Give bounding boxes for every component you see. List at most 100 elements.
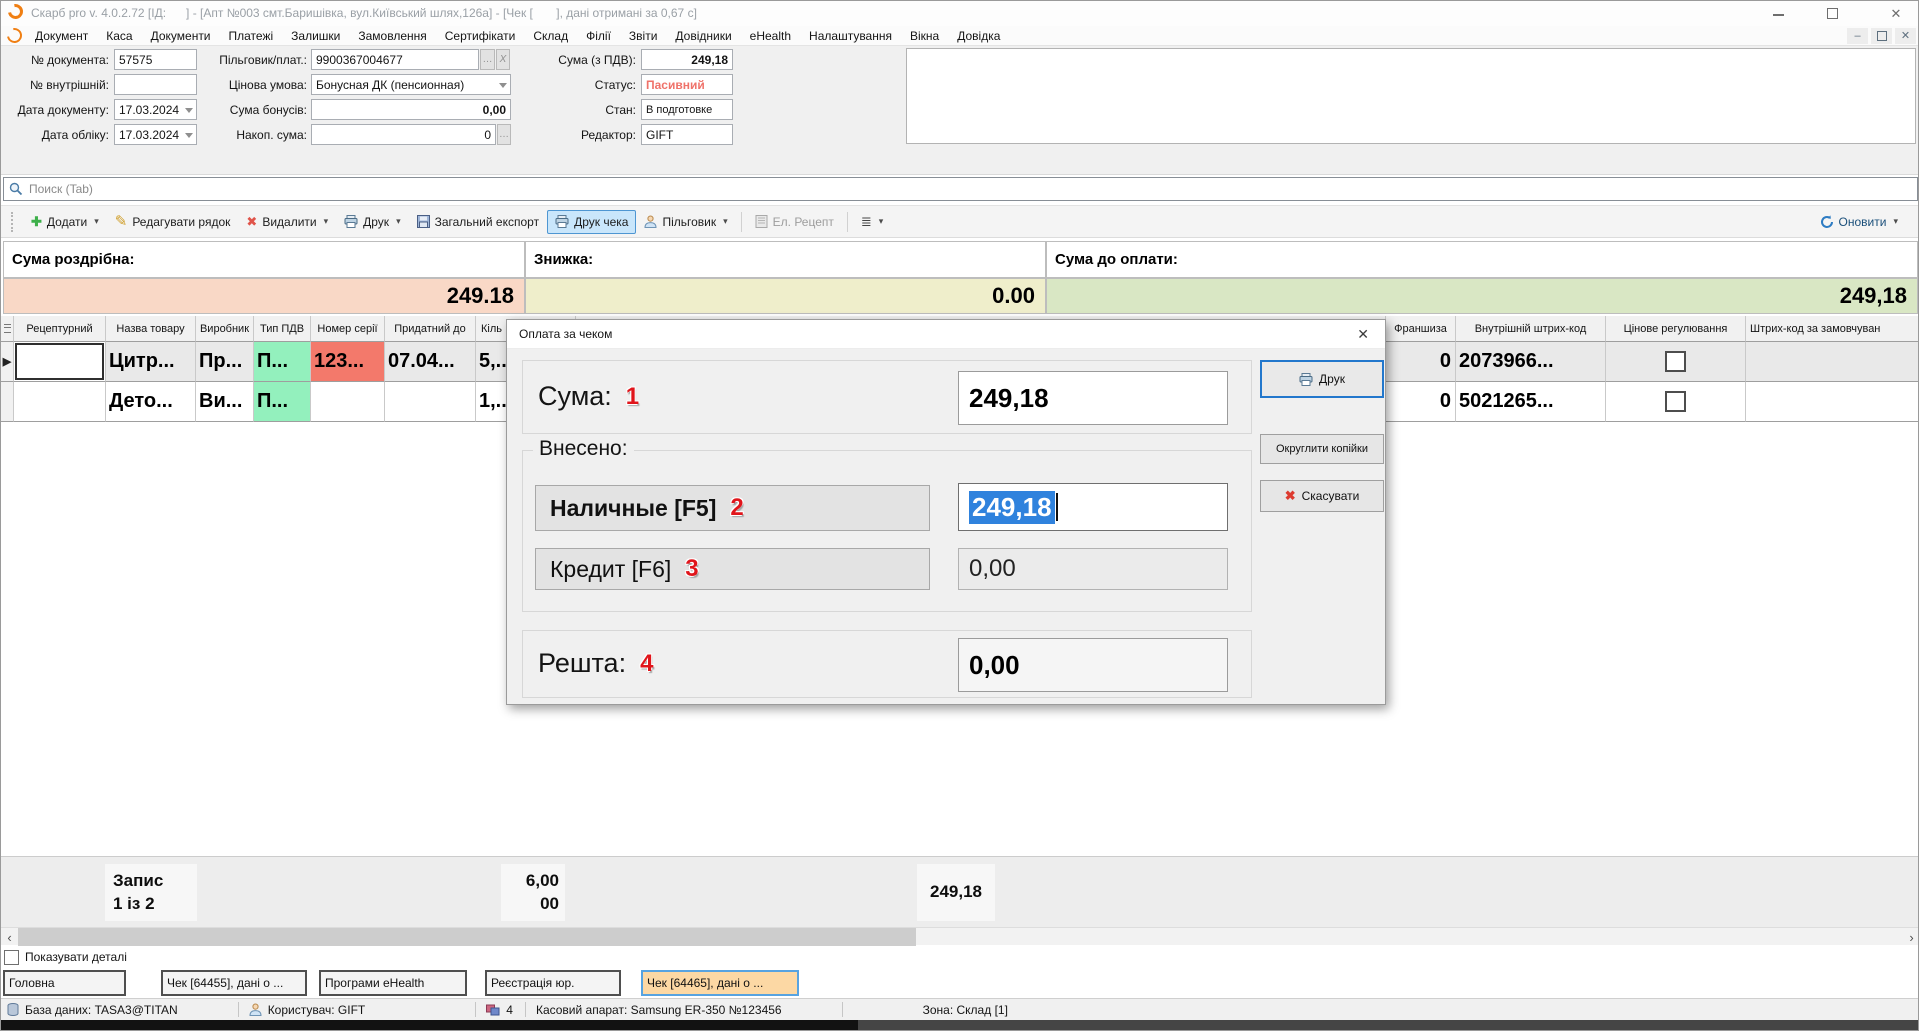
menu-directories[interactable]: Довідники [666, 26, 740, 46]
menu-certificates[interactable]: Сертифікати [436, 26, 525, 46]
row-marker-cell[interactable]: ▶ [1, 342, 14, 382]
row-marker-cell[interactable] [1, 382, 14, 422]
col-header-vendor[interactable]: Виробник [196, 316, 254, 342]
cell-recipe-1[interactable] [14, 342, 106, 382]
cell-vat-1[interactable]: П... [254, 342, 311, 382]
cell-name-1[interactable]: Цитр... [106, 342, 196, 382]
cell-recipe-2[interactable] [14, 382, 106, 422]
col-header-recipe[interactable]: Рецептурний [14, 316, 106, 342]
cell-vat-2[interactable]: П... [254, 382, 311, 422]
doc-date-combo[interactable]: 17.03.2024 [114, 99, 197, 120]
refresh-button[interactable]: Оновити ▾ [1812, 210, 1906, 234]
tab-ehealth-programs[interactable]: Програми eHealth [319, 970, 467, 996]
menu-ehealth[interactable]: eHealth [741, 26, 800, 46]
internal-number-field[interactable] [114, 74, 197, 95]
cash-button[interactable]: Наличные [F5] 2 [535, 485, 930, 531]
cell-franchise-2[interactable]: 0 [1386, 382, 1456, 422]
menu-orders[interactable]: Замовлення [349, 26, 435, 46]
menu-stock[interactable]: Залишки [282, 26, 349, 46]
show-details-checkbox[interactable] [4, 950, 19, 965]
tab-receipt-64455[interactable]: Чек [64455], дані о ... [161, 970, 307, 996]
col-header-price-reg[interactable]: Цінове регулювання [1606, 316, 1746, 342]
grid-menu-icon[interactable] [4, 324, 11, 333]
col-header-vat[interactable]: Тип ПДВ [254, 316, 311, 342]
price-condition-combo[interactable]: Бонусная ДК (пенсионная) [311, 74, 511, 95]
cell-barcode-2[interactable]: 5021265... [1456, 382, 1606, 422]
mdi-minimize-icon[interactable]: – [1847, 28, 1868, 44]
accum-ellipsis-button[interactable]: … [497, 124, 511, 145]
menu-reports[interactable]: Звіти [620, 26, 667, 46]
mdi-close-icon[interactable]: ✕ [1895, 28, 1916, 44]
col-header-series[interactable]: Номер серії [311, 316, 385, 342]
cell-vendor-1[interactable]: Пр... [196, 342, 254, 382]
cell-series-1[interactable]: 123... [311, 342, 385, 382]
cancel-button[interactable]: ✖ Скасувати [1260, 480, 1384, 512]
erecipe-button[interactable]: Ел. Рецепт [747, 210, 842, 234]
menu-kasa[interactable]: Каса [97, 26, 141, 46]
scroll-right-icon[interactable]: › [1903, 928, 1919, 946]
beneficiary-clear-button[interactable]: X [496, 49, 510, 70]
scroll-left-icon[interactable]: ‹ [1, 928, 18, 946]
menu-branches[interactable]: Філії [577, 26, 620, 46]
cell-default-barcode-2[interactable] [1746, 382, 1919, 422]
search-input[interactable]: Поиск (Tab) [3, 177, 1918, 201]
tab-main[interactable]: Головна [3, 970, 126, 996]
menu-payments[interactable]: Платежі [220, 26, 283, 46]
chevron-down-icon[interactable] [185, 133, 193, 138]
dialog-print-button[interactable]: Друк [1260, 360, 1384, 398]
menu-windows[interactable]: Вікна [901, 26, 948, 46]
add-button[interactable]: ✚ Додати ▾ [23, 210, 107, 234]
credit-button[interactable]: Кредит [F6] 3 [535, 548, 930, 590]
cell-series-2[interactable] [311, 382, 385, 422]
account-date-combo[interactable]: 17.03.2024 [114, 124, 197, 145]
chevron-down-icon[interactable] [499, 83, 507, 88]
tab-registration[interactable]: Реєстрація юр. [485, 970, 621, 996]
col-header-barcode[interactable]: Внутрішній штрих-код [1456, 316, 1606, 342]
bonus-sum-field[interactable]: 0,00 [311, 99, 511, 120]
cell-vendor-2[interactable]: Ви... [196, 382, 254, 422]
price-reg-checkbox[interactable] [1665, 351, 1686, 372]
dialog-titlebar[interactable]: Оплата за чеком ✕ [507, 320, 1385, 349]
scrollbar-thumb[interactable] [18, 928, 916, 946]
round-kopecks-button[interactable]: Округлити копійки [1260, 434, 1384, 464]
dialog-close-icon[interactable]: ✕ [1357, 326, 1369, 343]
col-header-expiry[interactable]: Придатний до [385, 316, 476, 342]
list-options-button[interactable]: ≣ ▾ [853, 210, 891, 233]
beneficiary-field[interactable]: 9900367004677 [311, 49, 479, 70]
cell-franchise-1[interactable]: 0 [1386, 342, 1456, 382]
mdi-restore-icon[interactable] [1871, 28, 1892, 44]
cell-barcode-1[interactable]: 2073966... [1456, 342, 1606, 382]
col-header-default-barcode[interactable]: Штрих-код за замовчуван [1746, 316, 1919, 342]
menu-settings[interactable]: Налаштування [800, 26, 901, 46]
tab-receipt-64465[interactable]: Чек [64465], дані о ... [641, 970, 799, 996]
horizontal-scrollbar[interactable]: ‹ › [1, 927, 1919, 945]
chevron-down-icon[interactable] [185, 108, 193, 113]
print-button[interactable]: Друк ▾ [336, 210, 408, 234]
restore-icon[interactable] [1827, 8, 1838, 19]
menu-document[interactable]: Документ [26, 26, 97, 46]
credit-input[interactable]: 0,00 [958, 548, 1228, 590]
price-reg-checkbox[interactable] [1665, 391, 1686, 412]
close-window-icon[interactable]: ✕ [1881, 1, 1911, 26]
menu-warehouse[interactable]: Склад [524, 26, 577, 46]
print-receipt-button[interactable]: Друк чека [547, 210, 636, 234]
cell-price-reg-1[interactable] [1606, 342, 1746, 382]
delete-button[interactable]: ✖ Видалити ▾ [238, 210, 336, 234]
cell-default-barcode-1[interactable] [1746, 342, 1919, 382]
cell-expiry-1[interactable]: 07.04... [385, 342, 476, 382]
cash-input[interactable]: 249,18 [958, 483, 1228, 531]
menu-help[interactable]: Довідка [948, 26, 1009, 46]
menu-documents[interactable]: Документи [142, 26, 220, 46]
notes-box[interactable] [906, 48, 1916, 144]
doc-number-field[interactable]: 57575 [114, 49, 197, 70]
col-header-name[interactable]: Назва товару [106, 316, 196, 342]
beneficiary-button[interactable]: Пільговик ▾ [636, 210, 735, 234]
accum-sum-field[interactable]: 0 [311, 124, 496, 145]
edit-row-button[interactable]: ✎ Редагувати рядок [107, 210, 239, 234]
general-export-button[interactable]: Загальний експорт [409, 210, 547, 234]
cell-name-2[interactable]: Дето... [106, 382, 196, 422]
cell-expiry-2[interactable] [385, 382, 476, 422]
beneficiary-ellipsis-button[interactable]: … [480, 49, 495, 70]
col-header-franchise[interactable]: Франшиза [1386, 316, 1456, 342]
cell-price-reg-2[interactable] [1606, 382, 1746, 422]
